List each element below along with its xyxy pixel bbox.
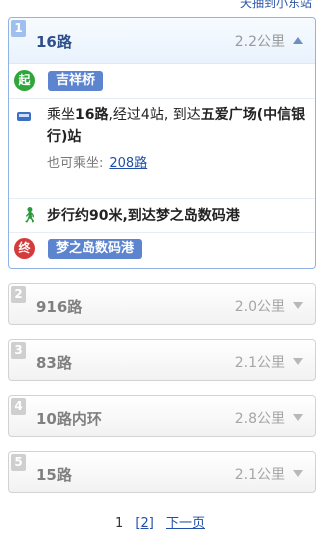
route-name: 15路: [36, 466, 72, 484]
divider: [9, 198, 315, 199]
also-ride-link[interactable]: 208路: [109, 156, 147, 171]
also-ride-row: 也可乘坐: 208路: [47, 152, 307, 175]
route-number-badge: 2: [11, 286, 26, 303]
expand-arrow-icon[interactable]: [293, 358, 303, 365]
bus-line: 16路: [75, 107, 109, 123]
pagination: 1 [2] 下一页: [0, 512, 320, 531]
end-stop-row: 终 梦之岛数码港: [9, 232, 315, 266]
walk-icon: 🚶︎: [20, 206, 40, 224]
also-ride-label: 也可乘坐:: [47, 156, 104, 171]
route-name: 83路: [36, 354, 72, 372]
bus-step: 乘坐16路,经过4站, 到达五爱广场(中信银行)站 也可乘坐: 208路: [9, 104, 315, 174]
bus-step-mid: ,经过4站, 到达: [108, 107, 201, 123]
route-card-collapsed[interactable]: 3 83路 2.1公里: [8, 339, 316, 381]
route-distance: 2.0公里: [234, 299, 285, 315]
bus-step-pre: 乘坐: [47, 107, 75, 123]
start-stop-chip[interactable]: 吉祥桥: [48, 71, 104, 91]
expand-arrow-icon[interactable]: [293, 414, 303, 421]
divider: [9, 98, 315, 99]
expand-arrow-icon[interactable]: [293, 302, 303, 309]
route-distance: 2.1公里: [234, 467, 285, 483]
route-header[interactable]: 1 16路 2.2公里: [9, 18, 315, 64]
route-card-expanded: 1 16路 2.2公里 起 吉祥桥 乘坐16路,经过4站, 到达五爱广场(中信银…: [8, 17, 316, 269]
route-card-collapsed[interactable]: 2 916路 2.0公里: [8, 283, 316, 325]
walk-step-text: 步行约90米,到达梦之岛数码港: [47, 205, 307, 227]
walk-destination: 梦之岛数码港: [155, 208, 240, 224]
route-distance: 2.1公里: [234, 355, 285, 371]
route-distance: 2.8公里: [234, 411, 285, 427]
route-number-badge: 4: [11, 398, 26, 415]
next-page-link[interactable]: 下一页: [166, 516, 205, 531]
current-page: 1: [115, 516, 124, 531]
route-number-badge: 3: [11, 342, 26, 359]
end-stop-chip[interactable]: 梦之岛数码港: [48, 239, 143, 259]
route-name: 16路: [36, 33, 72, 51]
end-icon: 终: [14, 238, 35, 259]
walk-step: 🚶︎ 步行约90米,到达梦之岛数码港: [9, 202, 315, 232]
route-number-badge: 1: [11, 20, 26, 37]
start-stop-row: 起 吉祥桥: [9, 64, 315, 98]
route-distance: 2.2公里: [234, 34, 285, 50]
collapse-arrow-icon[interactable]: [293, 37, 303, 44]
start-icon: 起: [14, 70, 35, 91]
route-name: 916路: [36, 298, 83, 316]
bus-icon: [17, 112, 31, 121]
page-2-link[interactable]: [2]: [135, 516, 153, 531]
walk-step-pre: 步行约90米,到达: [47, 208, 156, 224]
route-name: 10路内环: [36, 410, 102, 428]
route-number-badge: 5: [11, 454, 26, 471]
route-card-collapsed[interactable]: 5 15路 2.1公里: [8, 451, 316, 493]
expand-arrow-icon[interactable]: [293, 470, 303, 477]
top-cutoff-link[interactable]: 天抽到小东站: [240, 0, 312, 11]
bus-step-text: 乘坐16路,经过4站, 到达五爱广场(中信银行)站: [47, 104, 307, 148]
route-card-collapsed[interactable]: 4 10路内环 2.8公里: [8, 395, 316, 437]
